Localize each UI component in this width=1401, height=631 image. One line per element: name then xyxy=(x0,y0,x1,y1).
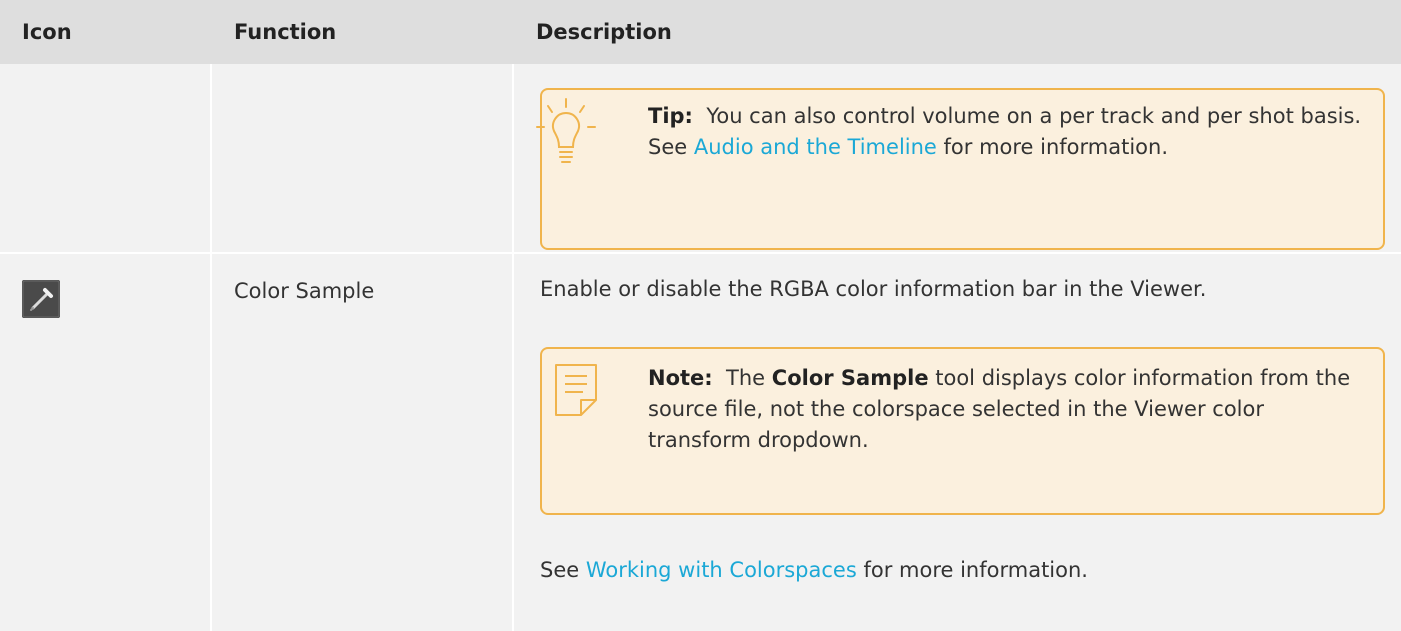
header-function: Function xyxy=(212,0,514,64)
description-text: Enable or disable the RGBA color informa… xyxy=(540,277,1207,301)
note-callout: Note: The Color Sample tool displays col… xyxy=(540,347,1385,515)
tip-text: Tip: You can also control volume on a pe… xyxy=(648,101,1363,163)
tip-label: Tip: xyxy=(648,104,693,128)
audio-timeline-link[interactable]: Audio and the Timeline xyxy=(694,135,937,159)
header-icon: Icon xyxy=(0,0,212,64)
function-cell xyxy=(212,64,514,254)
lightbulb-icon xyxy=(534,97,598,186)
table-row: Tip: You can also control volume on a pe… xyxy=(0,64,1401,254)
see-also-prefix: See xyxy=(540,558,586,582)
tip-callout: Tip: You can also control volume on a pe… xyxy=(536,88,1385,250)
color-picker-icon xyxy=(22,280,210,327)
see-also-text: See Working with Colorspaces for more in… xyxy=(514,555,1401,586)
description-cell: Tip: You can also control volume on a pe… xyxy=(514,64,1401,254)
note-wrapper: Note: The Color Sample tool displays col… xyxy=(514,347,1401,515)
function-name: Color Sample xyxy=(234,279,375,303)
table-row: Color Sample Enable or disable the RGBA … xyxy=(0,254,1401,631)
note-label: Note: xyxy=(648,366,713,390)
note-bold: Color Sample xyxy=(771,366,929,390)
note-text: Note: The Color Sample tool displays col… xyxy=(648,363,1363,456)
icon-cell xyxy=(0,254,212,631)
table-header-row: Icon Function Description xyxy=(0,0,1401,64)
note-icon xyxy=(553,362,599,427)
header-description: Description xyxy=(514,0,1401,64)
note-body: The xyxy=(726,366,772,390)
working-with-colorspaces-link[interactable]: Working with Colorspaces xyxy=(586,558,857,582)
icon-cell xyxy=(0,64,212,254)
see-also-suffix: for more information. xyxy=(856,558,1088,582)
tip-body-end: for more information. xyxy=(936,135,1169,159)
function-cell: Color Sample xyxy=(212,254,514,631)
reference-table: Icon Function Description Tip: You can a… xyxy=(0,0,1401,631)
description-cell: Enable or disable the RGBA color informa… xyxy=(514,254,1401,631)
